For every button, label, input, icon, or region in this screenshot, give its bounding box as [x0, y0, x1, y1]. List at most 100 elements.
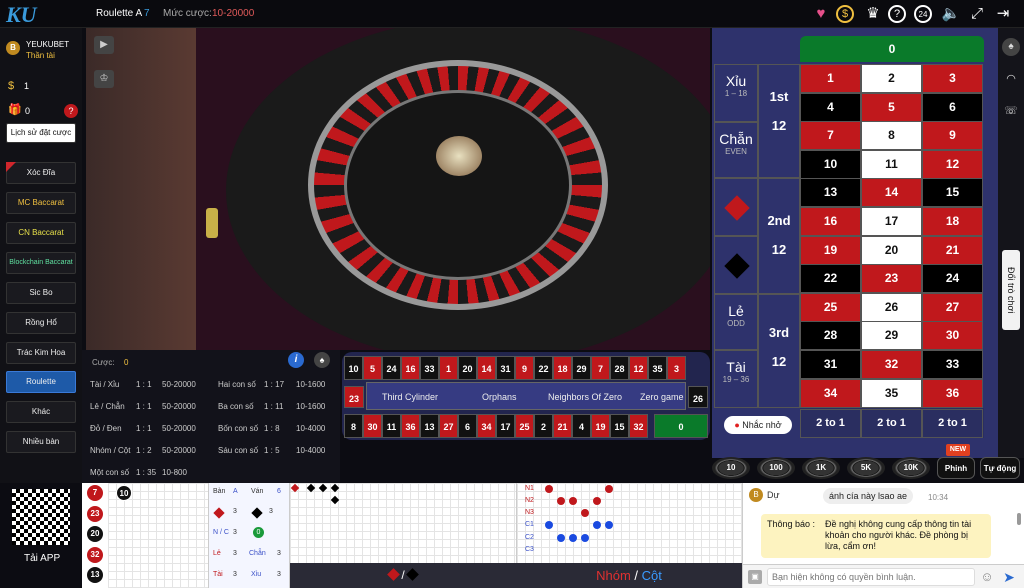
- number-29[interactable]: 29: [861, 321, 922, 351]
- gift-help-icon[interactable]: ?: [64, 104, 78, 118]
- number-7[interactable]: 7: [800, 121, 861, 151]
- racetrack-number[interactable]: 17: [496, 414, 515, 438]
- number-26[interactable]: 26: [861, 292, 922, 322]
- racetrack-23[interactable]: 23: [344, 386, 364, 408]
- bet-red[interactable]: [714, 178, 758, 236]
- number-30[interactable]: 30: [922, 321, 983, 351]
- trophy-icon[interactable]: ♛: [862, 3, 884, 25]
- app-download[interactable]: Tải APP: [0, 483, 82, 588]
- switch-game-tab[interactable]: Đổi trò chơi: [1002, 250, 1020, 330]
- bet-tai[interactable]: Tài 19 – 36: [714, 350, 758, 408]
- number-6[interactable]: 6: [922, 92, 983, 122]
- number-8[interactable]: 8: [861, 121, 922, 151]
- number-31[interactable]: 31: [800, 350, 861, 379]
- support-24-icon[interactable]: 24: [914, 5, 932, 23]
- racetrack-number[interactable]: 22: [534, 356, 553, 380]
- number-16[interactable]: 16: [800, 207, 861, 236]
- sound-icon[interactable]: 🔈: [940, 3, 962, 25]
- remind-button[interactable]: ● Nhắc nhở: [724, 416, 792, 434]
- menu-nhieu-ban[interactable]: Nhiều bàn: [6, 431, 76, 453]
- menu-khac[interactable]: Khác: [6, 401, 76, 423]
- section-orphans[interactable]: Orphans: [482, 392, 517, 402]
- racetrack-26[interactable]: 26: [688, 386, 708, 408]
- number-19[interactable]: 19: [800, 235, 861, 265]
- col-bet-1[interactable]: 2 to 1: [800, 409, 861, 438]
- racetrack-number[interactable]: 30: [363, 414, 382, 438]
- number-11[interactable]: 11: [861, 149, 922, 179]
- racetrack-number[interactable]: 11: [382, 414, 401, 438]
- color-road-tab[interactable]: /: [290, 563, 516, 588]
- section-third-cylinder[interactable]: Third Cylinder: [382, 392, 438, 402]
- number-32[interactable]: 32: [861, 350, 922, 379]
- phone-icon[interactable]: ☏: [1002, 102, 1020, 120]
- racetrack-number[interactable]: 20: [458, 356, 477, 380]
- help-icon[interactable]: ?: [888, 5, 906, 23]
- racetrack-number[interactable]: 12: [629, 356, 648, 380]
- number-9[interactable]: 9: [922, 121, 983, 151]
- emoji-icon[interactable]: ☺: [979, 569, 995, 585]
- send-icon[interactable]: ➤: [999, 569, 1019, 585]
- number-33[interactable]: 33: [922, 350, 983, 379]
- racetrack-number[interactable]: 10: [344, 356, 363, 380]
- dozen-1[interactable]: 1st 12: [758, 64, 800, 178]
- number-27[interactable]: 27: [922, 292, 983, 322]
- racetrack-number[interactable]: 33: [420, 356, 439, 380]
- racetrack-number[interactable]: 35: [648, 356, 667, 380]
- ku-logo[interactable]: KU: [6, 2, 66, 27]
- racetrack-number[interactable]: 3: [667, 356, 686, 380]
- racetrack-number[interactable]: 13: [420, 414, 439, 438]
- section-zero-game[interactable]: Zero game: [640, 392, 684, 402]
- menu-xoc-dia[interactable]: Xóc Đĩa: [6, 162, 76, 184]
- racetrack-number[interactable]: 34: [477, 414, 496, 438]
- bet-black[interactable]: [714, 236, 758, 294]
- racetrack-number[interactable]: 16: [401, 356, 420, 380]
- dozen-2[interactable]: 2nd 12: [758, 178, 800, 294]
- bet-le[interactable]: Lẻ ODD: [714, 294, 758, 350]
- menu-rong-ho[interactable]: Rồng Hổ: [6, 312, 76, 334]
- racetrack-number[interactable]: 28: [610, 356, 629, 380]
- bet-xiu[interactable]: Xỉu 1 – 18: [714, 64, 758, 122]
- number-15[interactable]: 15: [922, 178, 983, 208]
- info-icon[interactable]: i: [288, 352, 304, 368]
- racetrack-number[interactable]: 5: [363, 356, 382, 380]
- racetrack-number[interactable]: 21: [553, 414, 572, 438]
- video-toggle-icon[interactable]: ▶: [94, 36, 114, 54]
- racetrack-number[interactable]: 36: [401, 414, 420, 438]
- racetrack-number[interactable]: 9: [515, 356, 534, 380]
- group-road-tab[interactable]: Nhóm / Cột: [516, 563, 742, 588]
- chip-5k[interactable]: 5K: [847, 457, 885, 479]
- crown-icon[interactable]: ♔: [94, 70, 114, 88]
- number-34[interactable]: 34: [800, 378, 861, 408]
- number-18[interactable]: 18: [922, 207, 983, 236]
- racetrack-number[interactable]: 8: [344, 414, 363, 438]
- racetrack-number[interactable]: 25: [515, 414, 534, 438]
- number-25[interactable]: 25: [800, 292, 861, 322]
- racetrack-number[interactable]: 31: [496, 356, 515, 380]
- number-14[interactable]: 14: [861, 178, 922, 208]
- section-neighbors[interactable]: Neighbors Of Zero: [548, 392, 622, 402]
- col-bet-2[interactable]: 2 to 1: [861, 409, 922, 438]
- dozen-3[interactable]: 3rd 12: [758, 294, 800, 408]
- number-24[interactable]: 24: [922, 264, 983, 294]
- racetrack-number[interactable]: 15: [610, 414, 629, 438]
- menu-trac-kim-hoa[interactable]: Trác Kim Hoa: [6, 342, 76, 364]
- number-3[interactable]: 3: [922, 64, 983, 93]
- racetrack-number[interactable]: 6: [458, 414, 477, 438]
- number-28[interactable]: 28: [800, 321, 861, 351]
- favorite-icon[interactable]: ♥: [810, 3, 832, 25]
- number-22[interactable]: 22: [800, 264, 861, 294]
- number-1[interactable]: 1: [800, 64, 861, 93]
- number-5[interactable]: 5: [861, 92, 922, 122]
- number-4[interactable]: 4: [800, 92, 861, 122]
- bet-chan[interactable]: Chẵn EVEN: [714, 122, 758, 178]
- split-chip-button[interactable]: Phỉnh: [937, 457, 975, 479]
- racetrack-number[interactable]: 27: [439, 414, 458, 438]
- racetrack-number[interactable]: 29: [572, 356, 591, 380]
- chat-scrollbar[interactable]: [1017, 513, 1021, 525]
- number-10[interactable]: 10: [800, 149, 861, 179]
- number-21[interactable]: 21: [922, 235, 983, 265]
- spade-icon[interactable]: ♠: [1002, 38, 1020, 56]
- chip-100[interactable]: 100: [757, 457, 795, 479]
- racetrack-number[interactable]: 18: [553, 356, 572, 380]
- bet-history-button[interactable]: Lịch sử đặt cược: [6, 123, 76, 143]
